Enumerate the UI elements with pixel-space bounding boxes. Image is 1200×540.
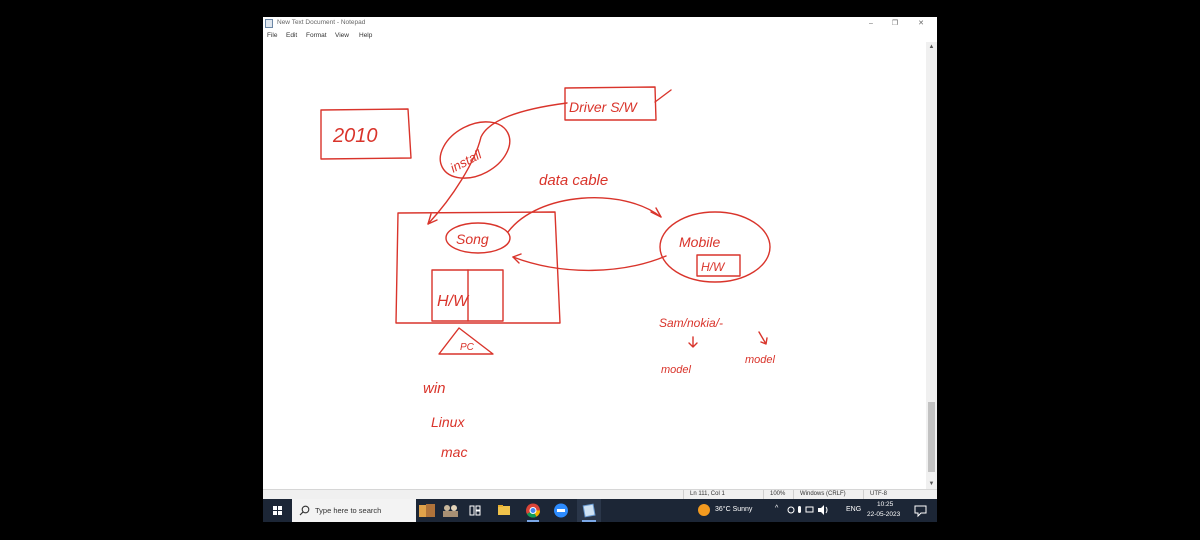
zoom-icon (554, 503, 568, 518)
scroll-thumb[interactable] (928, 402, 935, 472)
menu-view[interactable]: View (335, 32, 349, 39)
weather-text: 36°C Sunny (715, 506, 753, 513)
minimize-button[interactable]: – (859, 18, 883, 29)
search-icon (299, 505, 310, 516)
speaker-icon (818, 505, 824, 515)
check-mark (654, 89, 672, 103)
status-encoding: UTF-8 (870, 491, 887, 497)
taskbar-app-notepad[interactable] (577, 499, 601, 522)
notification-icon (914, 505, 927, 518)
text-editor-area[interactable]: 2010 Driver S/W install data cable Song … (263, 42, 926, 489)
sun-icon (698, 504, 710, 516)
notepad-window: New Text Document - Notepad – ❐ ✕ File E… (263, 17, 937, 500)
pc-text: PC (460, 342, 475, 353)
folder-icon (498, 505, 510, 515)
title-bar[interactable]: New Text Document - Notepad – ❐ ✕ (263, 17, 937, 30)
os-linux-text: Linux (431, 414, 465, 430)
down-arrow-left (688, 336, 698, 348)
task-view-icon (469, 505, 481, 516)
pc-hw-text: H/W (437, 293, 470, 310)
taskbar-app-zoom[interactable] (549, 499, 573, 522)
menu-bar: File Edit Format View Help (263, 30, 937, 42)
chrome-icon (526, 503, 541, 518)
start-button[interactable] (263, 499, 292, 522)
model-left-text: model (661, 364, 692, 376)
status-zoom: 100% (770, 491, 786, 497)
weather-widget[interactable]: 36°C Sunny (695, 499, 769, 522)
status-position: Ln 111, Col 1 (690, 491, 725, 497)
vertical-scrollbar[interactable]: ▲ ▼ (926, 42, 937, 489)
show-hidden-icons-button[interactable]: ^ (773, 499, 783, 522)
menu-edit[interactable]: Edit (286, 32, 297, 39)
taskbar: Type here to search 36°C Sunny ^ ENG 10:… (263, 499, 937, 522)
data-cable-text: data cable (539, 172, 608, 189)
taskbar-app-explorer[interactable] (493, 499, 515, 522)
taskbar-app-people[interactable] (441, 499, 461, 522)
handwritten-sketch: 2010 Driver S/W install data cable Song … (320, 86, 776, 460)
song-text: Song (456, 231, 489, 247)
search-placeholder: Type here to search (315, 506, 382, 515)
clock[interactable]: 10:25 22-05-2023 (863, 499, 907, 522)
down-arrow-right (758, 331, 768, 345)
menu-format[interactable]: Format (306, 32, 327, 39)
task-view-button[interactable] (464, 499, 486, 522)
mobile-text: Mobile (679, 234, 720, 250)
os-mac-text: mac (441, 444, 467, 460)
year-text: 2010 (332, 125, 378, 147)
data-cable-arrow (507, 197, 662, 233)
close-button[interactable]: ✕ (909, 18, 933, 29)
notepad-taskbar-icon (582, 503, 596, 518)
status-bar: Ln 111, Col 1 100% Windows (CRLF) UTF-8 (263, 489, 937, 500)
chevron-up-icon: ^ (775, 505, 779, 512)
clock-time: 10:25 (877, 501, 894, 508)
pc-box (395, 211, 561, 324)
language-indicator[interactable]: ENG (846, 506, 861, 513)
clock-date: 22-05-2023 (867, 511, 901, 518)
brand-model-text: Sam/nokia/- (659, 316, 723, 330)
status-line-ending: Windows (CRLF) (800, 491, 846, 497)
people-icon (443, 505, 458, 517)
menu-help[interactable]: Help (359, 32, 372, 39)
taskbar-search-box[interactable]: Type here to search (292, 499, 416, 522)
os-win-text: win (423, 380, 446, 397)
taskbar-app-chrome[interactable] (521, 499, 545, 522)
menu-file[interactable]: File (267, 32, 277, 39)
mobile-hw-text: H/W (701, 260, 726, 274)
tray-icons (787, 505, 828, 515)
model-right-text: model (745, 354, 776, 366)
data-cable-arrowhead (650, 207, 662, 218)
driver-text: Driver S/W (569, 99, 638, 115)
scroll-down-icon[interactable]: ▼ (926, 479, 937, 489)
display-icon (805, 506, 814, 513)
notepad-icon (265, 19, 273, 28)
network-status-icon (787, 506, 795, 514)
maximize-button[interactable]: ❐ (883, 18, 907, 29)
window-title: New Text Document - Notepad (277, 19, 366, 26)
microphone-icon (798, 506, 801, 513)
taskbar-app-books[interactable] (415, 499, 441, 522)
notifications-button[interactable] (911, 499, 931, 522)
windows-icon (273, 506, 282, 515)
system-tray-icons[interactable] (787, 499, 831, 522)
return-arrow (512, 255, 667, 272)
scroll-up-icon[interactable]: ▲ (926, 42, 937, 52)
books-icon (419, 504, 435, 517)
